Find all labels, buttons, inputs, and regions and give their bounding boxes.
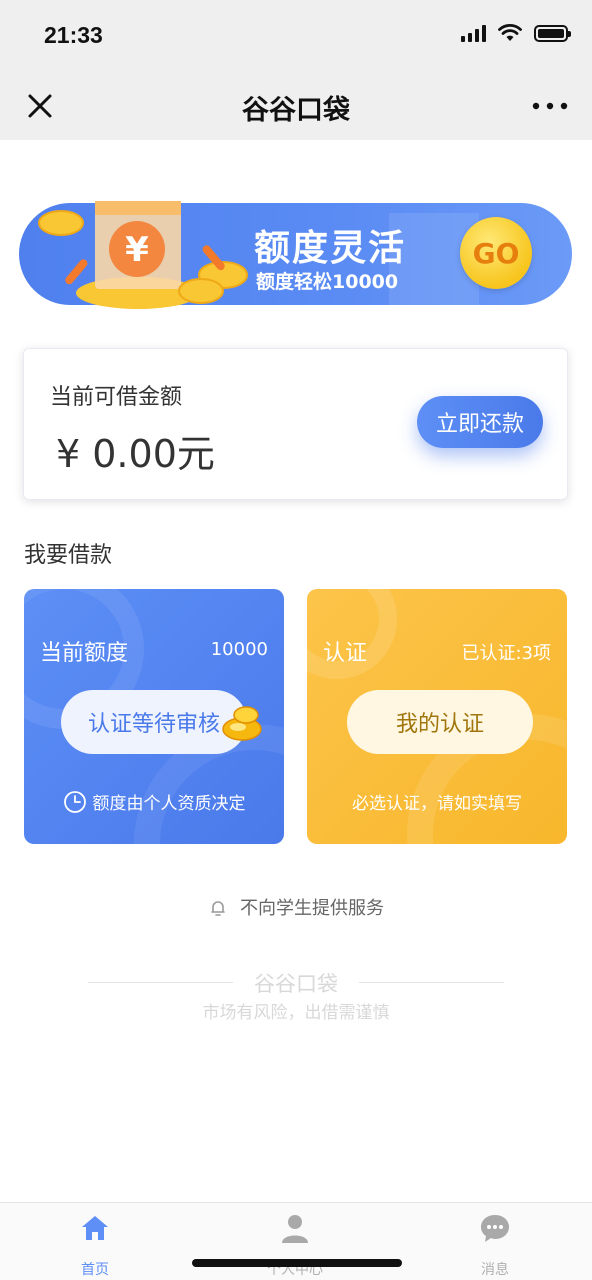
verify-title: 认证 — [323, 641, 368, 666]
wifi-icon — [498, 24, 522, 41]
brand-footer: 谷谷口袋 — [88, 968, 504, 998]
home-icon — [82, 1216, 108, 1240]
notice-text: 不向学生提供服务 — [240, 898, 384, 919]
student-notice: 不向学生提供服务 — [0, 894, 592, 920]
tab-profile[interactable]: 个人中心 — [245, 1211, 345, 1279]
home-indicator — [192, 1259, 402, 1267]
tab-messages[interactable]: 消息 — [445, 1211, 545, 1279]
bell-icon — [211, 901, 225, 916]
balance-label: 当前可借金额 — [50, 385, 183, 410]
go-button[interactable]: GO — [460, 217, 532, 289]
battery-icon — [534, 24, 571, 42]
quota-note-text: 额度由个人资质决定 — [92, 794, 246, 814]
repay-button[interactable]: 立即还款 — [417, 396, 543, 448]
user-icon — [282, 1215, 308, 1243]
verify-note: 必选认证，请如实填写 — [352, 794, 522, 814]
svg-text:¥: ¥ — [125, 230, 149, 270]
quota-value: 10000 — [210, 639, 268, 660]
brand-name: 谷谷口袋 — [254, 972, 338, 996]
banner-subtitle: 额度轻松10000 — [256, 271, 399, 293]
banner-title: 额度灵活 — [254, 228, 407, 269]
verify-card[interactable]: 认证 已认证:3项 我的认证 必选认证，请如实填写 — [307, 589, 567, 844]
verify-status: 已认证:3项 — [461, 643, 551, 664]
gold-ingot-icon — [222, 706, 262, 741]
money-box-icon: ¥ — [38, 201, 248, 309]
signal-icon — [461, 24, 486, 42]
message-icon — [481, 1215, 509, 1242]
balance-card: 当前可借金额 ¥ 0.00元 立即还款 — [23, 348, 568, 500]
my-verification-button[interactable]: 我的认证 — [347, 690, 533, 754]
tab-label: 首页 — [81, 1262, 109, 1278]
status-time: 21:33 — [44, 22, 103, 48]
tab-label: 消息 — [481, 1262, 509, 1278]
status-bar: 21:33 — [0, 0, 592, 70]
quota-note: 额度由个人资质决定 — [24, 789, 284, 814]
more-icon[interactable] — [530, 92, 570, 120]
risk-warning: 市场有风险，出借需谨慎 — [202, 1003, 390, 1023]
quota-card[interactable]: 当前额度 10000 认证等待审核 额度由个人资质决定 — [24, 589, 284, 844]
nav-bar: 谷谷口袋 — [0, 70, 592, 140]
tab-home[interactable]: 首页 — [45, 1211, 145, 1279]
clock-icon — [63, 790, 86, 813]
tab-bar: 首页 个人中心 消息 — [0, 1202, 592, 1280]
status-icons — [461, 24, 571, 42]
page-title: 谷谷口袋 — [242, 95, 350, 126]
divider — [359, 982, 504, 983]
quota-title: 当前额度 — [40, 641, 129, 666]
section-title: 我要借款 — [24, 543, 113, 568]
promo-banner[interactable]: ¥ 额度灵活 额度轻松10000 GO — [19, 201, 572, 309]
balance-amount: ¥ 0.00元 — [56, 432, 215, 476]
